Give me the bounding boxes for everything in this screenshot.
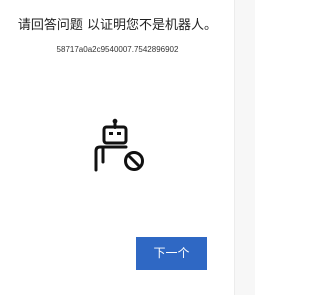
robot-blocked-icon: [94, 118, 144, 172]
captcha-panel: 请回答问题 以证明您不是机器人。 58717a0a2c9540007.75428…: [0, 0, 235, 295]
captcha-prompt: 请回答问题 以证明您不是机器人。: [17, 18, 218, 33]
right-gutter: [235, 0, 255, 295]
next-button[interactable]: 下一个: [136, 237, 207, 270]
session-id: 58717a0a2c9540007.7542896902: [56, 45, 179, 54]
